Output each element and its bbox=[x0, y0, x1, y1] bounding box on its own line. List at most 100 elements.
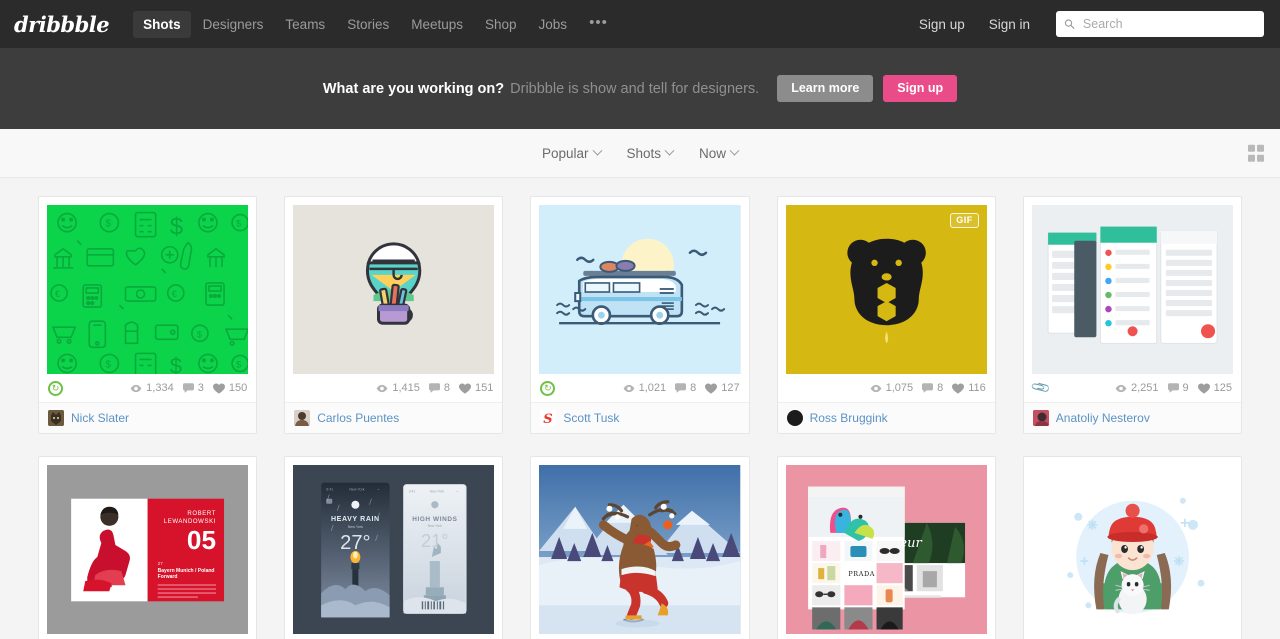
shot-card[interactable]: 793 2 92 bbox=[530, 456, 750, 639]
rebound-icon[interactable]: ↻ bbox=[540, 380, 556, 396]
avatar[interactable] bbox=[294, 410, 311, 426]
heart-icon bbox=[1197, 382, 1210, 394]
views-stat[interactable]: 2,251 bbox=[1115, 382, 1159, 394]
svg-text:PRADA: PRADA bbox=[848, 570, 875, 578]
shot-author[interactable]: Nick Slater bbox=[39, 402, 257, 433]
shot-card[interactable]: ROBERT LEWANDOWSKI 05 27 Bayern Munich /… bbox=[38, 456, 258, 639]
comments-count: 8 bbox=[937, 382, 944, 394]
avatar[interactable]: S bbox=[540, 410, 557, 426]
shot-stats: 1,415 8 151 bbox=[285, 374, 502, 402]
rebound-icon[interactable]: ↻ bbox=[48, 380, 63, 396]
views-stat[interactable]: 1,334 bbox=[130, 382, 174, 394]
author-name[interactable]: Carlos Puentes bbox=[317, 411, 399, 425]
filter-group: Popular Shots Now bbox=[542, 145, 740, 161]
comments-stat[interactable]: 9 bbox=[1167, 382, 1189, 394]
comment-icon bbox=[675, 383, 687, 393]
shot-stats: ↻ 1,811 0 115 bbox=[39, 634, 256, 639]
comments-stat[interactable]: 8 bbox=[922, 382, 943, 394]
nav-more-icon[interactable]: ••• bbox=[579, 11, 618, 37]
likes-stat[interactable]: 127 bbox=[705, 382, 740, 394]
shot-card[interactable]: GIF 1,075 8 116 Ross Bruggink bbox=[776, 196, 996, 434]
shot-author[interactable]: S Scott Tusk bbox=[531, 402, 749, 433]
poster-name: ROBERT bbox=[187, 511, 216, 517]
author-name[interactable]: Anatoliy Nesterov bbox=[1056, 411, 1150, 425]
shot-author[interactable]: Anatoliy Nesterov bbox=[1023, 402, 1241, 433]
svg-text:New York: New York bbox=[430, 490, 445, 494]
svg-text:$: $ bbox=[236, 219, 241, 229]
shot-card[interactable]: fleur PRADA bbox=[776, 456, 996, 639]
shot-card[interactable]: ↻ 1,021 8 127 S Scott Tusk bbox=[530, 196, 750, 434]
winter-girl-cat-artwork bbox=[1031, 465, 1233, 634]
shot-card[interactable]: $ $ $ € € $ $ $ $ ↻ 1,334 3 150 Nick Sla… bbox=[38, 196, 258, 434]
comments-count: 3 bbox=[197, 382, 204, 394]
grid-view-icon[interactable] bbox=[1247, 144, 1264, 162]
nav-item-teams[interactable]: Teams bbox=[275, 11, 335, 38]
filter-shots[interactable]: Shots bbox=[627, 145, 675, 161]
shot-grid: $ $ $ € € $ $ $ $ ↻ 1,334 3 150 Nick Sla… bbox=[0, 178, 1280, 639]
shot-card[interactable]: 1,415 8 151 Carlos Puentes bbox=[284, 196, 504, 434]
shot-author[interactable]: Carlos Puentes bbox=[285, 402, 503, 433]
comments-stat[interactable]: 8 bbox=[428, 382, 450, 394]
nav-item-meetups[interactable]: Meetups bbox=[401, 11, 473, 38]
avatar[interactable] bbox=[786, 410, 803, 426]
likes-stat[interactable]: 125 bbox=[1197, 382, 1232, 394]
likes-stat[interactable]: 150 bbox=[212, 382, 248, 394]
comments-stat[interactable]: 3 bbox=[182, 382, 204, 394]
comments-count: 9 bbox=[1182, 382, 1189, 394]
attachment-icon[interactable]: 📎 bbox=[1030, 377, 1052, 399]
promo-sign-up-button[interactable]: Sign up bbox=[883, 75, 958, 102]
shot-thumbnail[interactable]: GIF bbox=[785, 205, 987, 374]
shot-card[interactable]: 9:41 New York ⌁ HEAVY RAIN New York 27° bbox=[284, 456, 504, 639]
likes-stat[interactable]: 116 bbox=[952, 382, 986, 394]
shot-thumbnail[interactable] bbox=[293, 205, 495, 374]
likes-stat[interactable]: 151 bbox=[459, 382, 493, 394]
heart-icon bbox=[952, 382, 965, 394]
views-stat[interactable]: 1,075 bbox=[870, 382, 913, 394]
nav-item-shots[interactable]: Shots bbox=[133, 10, 191, 38]
shot-thumbnail[interactable]: 9:41 New York ⌁ HEAVY RAIN New York 27° bbox=[293, 465, 495, 634]
eye-icon bbox=[1115, 384, 1127, 392]
filter-bar: Popular Shots Now bbox=[0, 129, 1280, 178]
author-name[interactable]: Nick Slater bbox=[71, 411, 129, 425]
learn-more-button[interactable]: Learn more bbox=[777, 75, 874, 102]
shot-author[interactable]: Ross Bruggink bbox=[777, 402, 995, 433]
filter-popular[interactable]: Popular bbox=[542, 145, 602, 161]
grid-cell bbox=[1247, 144, 1255, 152]
shot-thumbnail[interactable]: ROBERT LEWANDOWSKI 05 27 Bayern Munich /… bbox=[47, 465, 249, 634]
shot-thumbnail[interactable] bbox=[1031, 205, 1233, 374]
shot-card[interactable]: 1,265 10 105 bbox=[1022, 456, 1242, 639]
svg-text:$: $ bbox=[105, 219, 111, 230]
dribbble-logo[interactable]: dribbble bbox=[14, 12, 110, 37]
shot-thumbnail[interactable] bbox=[539, 205, 741, 374]
nav-item-jobs[interactable]: Jobs bbox=[529, 11, 578, 38]
avatar[interactable] bbox=[1032, 410, 1049, 426]
search-input[interactable] bbox=[1080, 16, 1256, 32]
nav-item-stories[interactable]: Stories bbox=[337, 11, 399, 38]
sign-up-link[interactable]: Sign up bbox=[909, 11, 975, 38]
views-stat[interactable]: 1,021 bbox=[623, 382, 666, 394]
shot-card[interactable]: 📎 2,251 9 125 Anatoliy Nesterov bbox=[1022, 196, 1242, 434]
avatar[interactable] bbox=[48, 410, 64, 426]
svg-text:HEAVY RAIN: HEAVY RAIN bbox=[331, 516, 380, 523]
author-name[interactable]: Ross Bruggink bbox=[810, 411, 888, 425]
views-count: 1,334 bbox=[146, 382, 174, 394]
comments-stat[interactable]: 8 bbox=[675, 382, 696, 394]
chevron-down-icon bbox=[729, 145, 740, 156]
likes-count: 151 bbox=[475, 382, 494, 394]
sign-in-link[interactable]: Sign in bbox=[979, 11, 1040, 38]
views-count: 1,415 bbox=[392, 382, 420, 394]
search-box[interactable] bbox=[1056, 11, 1264, 37]
svg-text:27°: 27° bbox=[340, 532, 370, 554]
svg-text:S: S bbox=[544, 412, 553, 426]
likes-count: 150 bbox=[228, 382, 248, 394]
author-name[interactable]: Scott Tusk bbox=[563, 411, 619, 425]
nav-item-shop[interactable]: Shop bbox=[475, 11, 527, 38]
filter-now[interactable]: Now bbox=[699, 145, 740, 161]
views-stat[interactable]: 1,415 bbox=[376, 382, 420, 394]
shot-thumbnail[interactable] bbox=[539, 465, 741, 634]
shot-thumbnail[interactable]: $ $ $ € € $ $ $ $ bbox=[47, 205, 249, 374]
shot-thumbnail[interactable]: fleur PRADA bbox=[785, 465, 987, 634]
svg-text:€: € bbox=[172, 289, 177, 299]
nav-item-designers[interactable]: Designers bbox=[193, 11, 274, 38]
shot-thumbnail[interactable] bbox=[1031, 465, 1233, 634]
